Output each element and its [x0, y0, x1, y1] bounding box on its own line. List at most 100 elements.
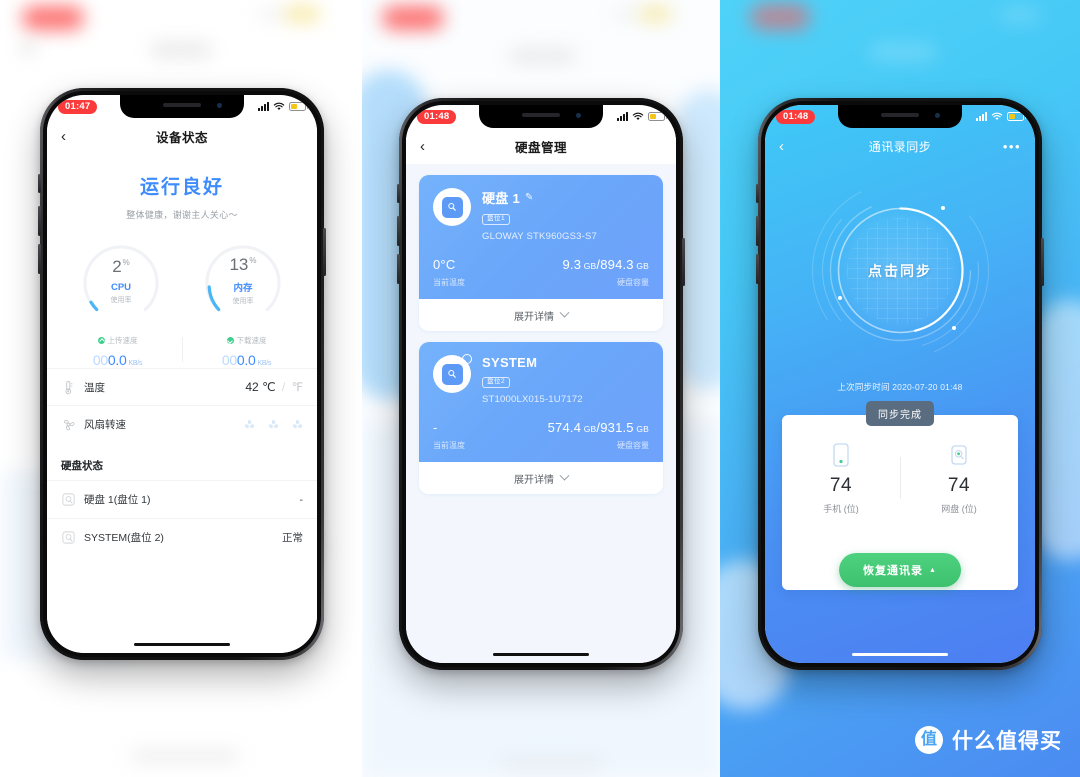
back-chevron-icon[interactable]: ‹	[779, 139, 784, 154]
battery-low-power-icon	[289, 102, 308, 111]
disk-status-row[interactable]: 硬盘 1(盘位 1) -	[47, 480, 317, 518]
upload-speed-unit: KB/s	[128, 360, 143, 367]
power-button[interactable]	[682, 238, 685, 286]
wifi-icon	[273, 102, 285, 110]
screenshot-collage: 01:47 ‹ 设备状态 运行良好 整体健康，谢谢主人关心～ 2% CPU 使用…	[0, 0, 1080, 777]
gauge-cpu: 2% CPU 使用率	[79, 239, 163, 323]
nav-bar: ‹ 设备状态	[47, 118, 317, 154]
wifi-icon	[632, 112, 644, 120]
volume-down-button[interactable]	[756, 254, 759, 284]
power-button[interactable]	[1041, 238, 1044, 286]
expand-details-button[interactable]: 展开详情	[419, 462, 663, 494]
disk-temperature-label: 当前温度	[433, 441, 465, 450]
sync-rings[interactable]: 点击同步	[808, 178, 993, 363]
expand-details-label: 展开详情	[514, 474, 554, 486]
disk-slot-badge: 盘位2	[482, 376, 511, 388]
stat-clouddisk-count: 74	[947, 475, 971, 496]
hard-disk-icon	[433, 354, 472, 393]
status-time: 01:47	[58, 99, 98, 114]
gauge-memory: 13% 内存 使用率	[201, 239, 285, 323]
sync-button[interactable]: 点击同步	[839, 209, 961, 332]
restore-contacts-label: 恢复通讯录	[863, 565, 924, 577]
hard-disk-icon	[62, 531, 75, 544]
ghost-time-pill-2	[382, 6, 444, 30]
hard-disk-icon	[433, 188, 471, 226]
system-disk-badge-icon	[462, 354, 472, 364]
fan-level-icon[interactable]	[268, 419, 279, 430]
phone3-content: ‹ 通讯录同步 ••• 点击同步 上次同步时间 2020-07-20 01:48…	[765, 105, 1035, 663]
disk-capacity: 574.4 GB/931.5 GB 硬盘容量	[541, 420, 649, 451]
disk-status-row[interactable]: SYSTEM(盘位 2) 正常	[47, 518, 317, 556]
disk-capacity-used-unit: GB	[583, 424, 597, 434]
more-dots-icon[interactable]: •••	[1003, 139, 1021, 154]
front-camera-icon	[217, 103, 222, 108]
ghost-title-2	[508, 48, 576, 64]
expand-details-button[interactable]: 展开详情	[419, 299, 663, 331]
disk-temperature-value: -	[433, 420, 438, 435]
power-button[interactable]	[323, 228, 326, 276]
disk-status-value: 正常	[282, 532, 303, 544]
phone2-content: ‹ 硬盘管理 硬盘 1 ✎ 盘位1 GLOWAY STK960GS3-S7 0°…	[406, 128, 676, 663]
disk-temperature-value: 0°C	[433, 257, 456, 272]
temperature-unit-c[interactable]: ℃	[262, 380, 275, 394]
stat-phone-count: 74	[829, 475, 853, 496]
volume-up-button[interactable]	[756, 216, 759, 246]
signal-bars-icon	[976, 112, 987, 121]
thermometer-icon	[65, 380, 73, 394]
mute-switch[interactable]	[38, 174, 41, 193]
disk-card[interactable]: 硬盘 1 ✎ 盘位1 GLOWAY STK960GS3-S7 0°C 当前温度	[419, 175, 663, 331]
fan-level-icon[interactable]	[244, 419, 255, 430]
volume-up-button[interactable]	[38, 206, 41, 236]
back-chevron-icon[interactable]: ‹	[420, 139, 425, 154]
upload-speed-value: 0.0	[107, 352, 127, 368]
expand-details-label: 展开详情	[514, 311, 554, 323]
disk-status-label: 硬盘 1(盘位 1)	[84, 494, 151, 506]
volume-up-button[interactable]	[397, 216, 400, 246]
home-indicator[interactable]	[134, 642, 230, 646]
volume-down-button[interactable]	[397, 254, 400, 284]
page-title: 设备状态	[155, 130, 208, 145]
disk-capacity-total: 931.5	[600, 420, 634, 435]
disk-status-value: -	[299, 493, 304, 506]
gauge-memory-caption: 使用率	[232, 298, 254, 305]
edit-pencil-icon[interactable]: ✎	[525, 192, 534, 203]
stat-clouddisk-label: 网盘 (位)	[941, 504, 977, 514]
disk-capacity-label: 硬盘容量	[617, 278, 649, 287]
status-time: 01:48	[417, 109, 457, 124]
phone1-content: ‹ 设备状态 运行良好 整体健康，谢谢主人关心～ 2% CPU 使用率 13% …	[47, 118, 317, 653]
temperature-row[interactable]: 温度 42 ℃ / ℉	[47, 368, 317, 405]
volume-down-button[interactable]	[38, 244, 41, 274]
signal-bars-icon	[258, 102, 269, 111]
temperature-unit-separator: /	[281, 380, 286, 394]
ghost-footer-2	[502, 756, 602, 770]
disk-temperature: 0°C 当前温度	[433, 257, 541, 288]
ghost-status-3	[1000, 8, 1040, 22]
download-speed: 下载速度 000.0 KB/s	[182, 331, 311, 368]
phone-device-status: 01:47 ‹ 设备状态 运行良好 整体健康，谢谢主人关心～ 2% CPU 使用…	[38, 88, 326, 660]
restore-contacts-button[interactable]: 恢复通讯录 ▲	[839, 553, 961, 587]
mute-switch[interactable]	[397, 184, 400, 203]
download-arrow-icon	[226, 337, 234, 344]
battery-low-power-icon	[1007, 112, 1026, 121]
home-indicator[interactable]	[852, 652, 948, 656]
temperature-label: 温度	[84, 381, 105, 394]
page-title: 通讯录同步	[868, 139, 932, 154]
download-speed-zeros: 00	[221, 352, 237, 368]
download-speed-unit: KB/s	[257, 360, 272, 367]
back-chevron-icon[interactable]: ‹	[61, 129, 66, 144]
fan-level-icon[interactable]	[292, 419, 303, 430]
disk-card[interactable]: SYSTEM 盘位2 ST1000LX015-1U7172 - 当前温度 574…	[419, 342, 663, 494]
chevron-down-icon	[559, 307, 570, 318]
ghost-wifi	[258, 8, 284, 20]
front-camera-icon	[576, 113, 581, 118]
phone3-screen: ‹ 通讯录同步 ••• 点击同步 上次同步时间 2020-07-20 01:48…	[765, 105, 1035, 663]
home-indicator[interactable]	[493, 652, 589, 656]
speaker-grille-icon	[163, 103, 201, 107]
mute-switch[interactable]	[756, 184, 759, 203]
watermark-text: 什么值得买	[952, 730, 1062, 753]
fan-speed-label: 风扇转速	[84, 418, 126, 431]
battery-low-power-icon	[648, 112, 667, 121]
phone2-screen: 01:48 ‹ 硬盘管理 硬盘 1 ✎ 盘位1 GLOWAY STK960GS3…	[406, 105, 676, 663]
fan-speed-row[interactable]: 风扇转速	[47, 405, 317, 442]
temperature-unit-f[interactable]: ℉	[292, 380, 303, 394]
